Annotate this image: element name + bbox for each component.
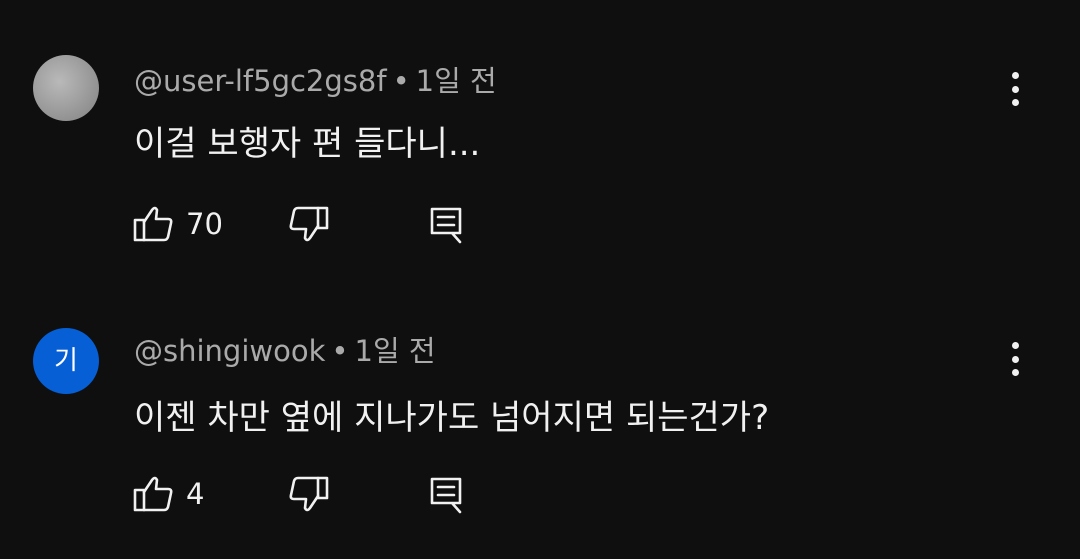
like-button[interactable]: 4 <box>132 475 204 513</box>
comment-meta: @user-lf5gc2gs8f • 1일 전 <box>134 58 497 100</box>
comment-text: 이젠 차만 옆에 지나가도 넘어지면 되는건가? <box>134 398 770 438</box>
dislike-button[interactable] <box>288 205 330 243</box>
comment-text: 이걸 보행자 편 들다니... <box>134 124 481 164</box>
thumb-up-icon <box>132 475 174 513</box>
comment-item: @user-lf5gc2gs8f • 1일 전 이걸 보행자 편 들다니... 70 <box>0 0 1080 270</box>
avatar-letter: 기 <box>54 346 78 376</box>
comment-time[interactable]: 1일 전 <box>416 64 497 98</box>
like-count: 70 <box>186 207 223 241</box>
avatar[interactable]: 기 <box>33 328 99 394</box>
comment-item: 기 @shingiwook • 1일 전 이젠 차만 옆에 지나가도 넘어지면 되는… <box>0 270 1080 540</box>
like-count: 4 <box>186 477 205 511</box>
meta-separator: • <box>392 64 410 98</box>
comment-actions: 4 <box>0 475 600 525</box>
avatar[interactable] <box>33 55 99 121</box>
comment-author[interactable]: @shingiwook <box>134 334 325 368</box>
reply-icon <box>428 475 464 515</box>
comment-actions: 70 <box>0 205 600 255</box>
like-button[interactable]: 70 <box>132 205 223 243</box>
comment-time[interactable]: 1일 전 <box>355 334 436 368</box>
more-vertical-icon[interactable] <box>998 68 1032 110</box>
reply-icon <box>428 205 464 245</box>
thumb-down-icon <box>288 205 330 243</box>
reply-button[interactable] <box>428 475 464 515</box>
thumb-up-icon <box>132 205 174 243</box>
more-vertical-icon[interactable] <box>998 338 1032 380</box>
reply-button[interactable] <box>428 205 464 245</box>
meta-separator: • <box>331 334 349 368</box>
comment-author[interactable]: @user-lf5gc2gs8f <box>134 64 387 98</box>
thumb-down-icon <box>288 475 330 513</box>
comment-meta: @shingiwook • 1일 전 <box>134 328 436 370</box>
dislike-button[interactable] <box>288 475 330 513</box>
